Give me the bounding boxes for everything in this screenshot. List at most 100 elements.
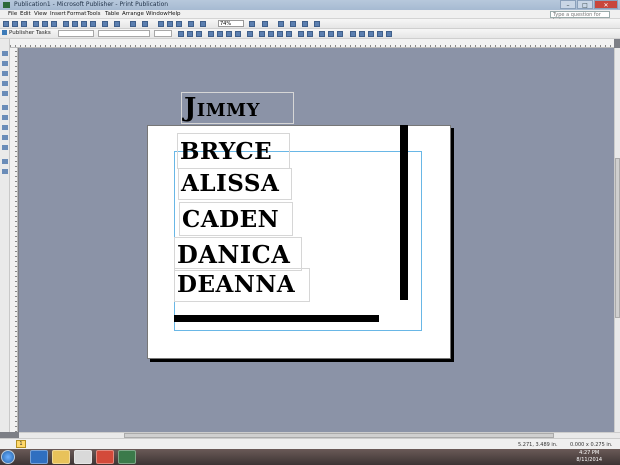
font-select[interactable] (98, 30, 150, 37)
print-preview-icon[interactable] (42, 21, 48, 27)
save-icon[interactable] (21, 21, 27, 27)
zoom-in-icon[interactable] (249, 21, 255, 27)
name-textbox-danica[interactable]: DANICA (174, 237, 302, 271)
explorer-taskbar-icon[interactable] (52, 450, 70, 464)
view-two-page-icon[interactable] (302, 21, 308, 27)
bold-icon[interactable] (178, 31, 184, 37)
cut-icon[interactable] (63, 21, 69, 27)
menu-help[interactable]: Help (168, 11, 181, 17)
format-painter-icon[interactable] (90, 21, 96, 27)
undo-icon[interactable] (102, 21, 108, 27)
name-textbox-alissa[interactable]: ALISSA (178, 168, 292, 200)
style-select[interactable] (58, 30, 94, 37)
chrome-taskbar-icon[interactable] (96, 450, 114, 464)
dash-style-icon[interactable] (359, 31, 365, 37)
font-size-select[interactable] (154, 30, 172, 37)
bring-forward-icon[interactable] (130, 21, 136, 27)
italic-icon[interactable] (187, 31, 193, 37)
help-icon[interactable] (262, 21, 268, 27)
form-control-tool-icon[interactable] (2, 169, 8, 174)
fill-color-icon[interactable] (319, 31, 325, 37)
menu-table[interactable]: Table (105, 11, 119, 17)
table-tool-icon[interactable] (2, 71, 8, 76)
rectangle-tool-icon[interactable] (2, 135, 8, 140)
insert-hyperlink-icon[interactable] (176, 21, 182, 27)
autoshapes-tool-icon[interactable] (2, 145, 8, 150)
redo-icon[interactable] (114, 21, 120, 27)
align-left-icon[interactable] (208, 31, 214, 37)
horizontal-black-bar[interactable] (174, 315, 379, 322)
line-tool-icon[interactable] (2, 105, 8, 110)
insert-table-icon[interactable] (158, 21, 164, 27)
name-textbox-caden[interactable]: CADEN (179, 202, 293, 236)
ie-taskbar-icon[interactable] (30, 450, 48, 464)
text-box-tool-icon[interactable] (2, 61, 8, 66)
publisher-taskbar-icon[interactable] (118, 450, 136, 464)
view-page-icon[interactable] (290, 21, 296, 27)
vertical-ruler[interactable] (10, 48, 18, 432)
menu-tools[interactable]: Tools (87, 11, 101, 17)
menu-arrange[interactable]: Arrange (122, 11, 144, 17)
send-backward-icon[interactable] (142, 21, 148, 27)
ask-question-input[interactable]: Type a question for help (550, 11, 610, 24)
oval-tool-icon[interactable] (2, 125, 8, 130)
arrow-tool-icon[interactable] (2, 115, 8, 120)
page-navigator[interactable]: 1 (16, 440, 26, 448)
print-icon[interactable] (33, 21, 39, 27)
font-color-icon[interactable] (337, 31, 343, 37)
3d-style-icon[interactable] (386, 31, 392, 37)
menu-file[interactable]: File (8, 11, 17, 17)
shadow-style-icon[interactable] (377, 31, 383, 37)
menu-insert[interactable]: Insert (50, 11, 66, 17)
taskbar-clock[interactable]: 4:27 PM 8/11/2014 (576, 450, 602, 464)
vertical-scroll-thumb[interactable] (615, 158, 620, 318)
align-right-icon[interactable] (226, 31, 232, 37)
publisher-app-icon[interactable] (3, 2, 10, 8)
insert-picture-icon[interactable] (167, 21, 173, 27)
zoom-field[interactable]: 74% (218, 20, 244, 27)
line-spacing-icon[interactable] (247, 31, 253, 37)
line-color-icon[interactable] (328, 31, 334, 37)
view-whole-icon[interactable] (314, 21, 320, 27)
increase-font-icon[interactable] (298, 31, 304, 37)
hot-spot-tool-icon[interactable] (2, 159, 8, 164)
maximize-button[interactable]: □ (577, 0, 593, 9)
bullets-icon[interactable] (268, 31, 274, 37)
name-textbox-jimmy[interactable]: Jimmy (181, 92, 294, 124)
paste-icon[interactable] (81, 21, 87, 27)
horizontal-ruler[interactable] (10, 39, 614, 48)
decrease-font-icon[interactable] (307, 31, 313, 37)
line-style-icon[interactable] (350, 31, 356, 37)
name-textbox-bryce[interactable]: BRYCE (177, 133, 290, 169)
name-textbox-deanna[interactable]: DEANNA (174, 268, 310, 302)
menu-format[interactable]: Format (67, 11, 86, 17)
select-tool-icon[interactable] (2, 51, 8, 56)
app-taskbar-icon[interactable] (74, 450, 92, 464)
justify-icon[interactable] (235, 31, 241, 37)
wordart-tool-icon[interactable] (2, 81, 8, 86)
close-button[interactable]: ✕ (594, 0, 618, 9)
spelling-icon[interactable] (51, 21, 57, 27)
start-button[interactable] (1, 450, 15, 464)
numbering-icon[interactable] (259, 31, 265, 37)
copy-icon[interactable] (72, 21, 78, 27)
increase-indent-icon[interactable] (286, 31, 292, 37)
arrow-style-icon[interactable] (368, 31, 374, 37)
menu-edit[interactable]: Edit (20, 11, 31, 17)
menu-view[interactable]: View (34, 11, 47, 17)
object-position: 5.271, 3.489 in. (518, 442, 558, 448)
menu-window[interactable]: Window (146, 11, 168, 17)
vertical-scrollbar[interactable] (614, 48, 620, 432)
publisher-tasks-button[interactable]: Publisher Tasks (2, 30, 51, 36)
minimize-button[interactable]: – (560, 0, 576, 9)
vertical-black-bar[interactable] (400, 125, 408, 300)
align-center-icon[interactable] (217, 31, 223, 37)
toolbar-options-icon[interactable] (278, 21, 284, 27)
open-icon[interactable] (12, 21, 18, 27)
new-icon[interactable] (3, 21, 9, 27)
underline-icon[interactable] (196, 31, 202, 37)
zoom-out-icon[interactable] (200, 21, 206, 27)
special-characters-icon[interactable] (188, 21, 194, 27)
decrease-indent-icon[interactable] (277, 31, 283, 37)
picture-tool-icon[interactable] (2, 91, 8, 96)
